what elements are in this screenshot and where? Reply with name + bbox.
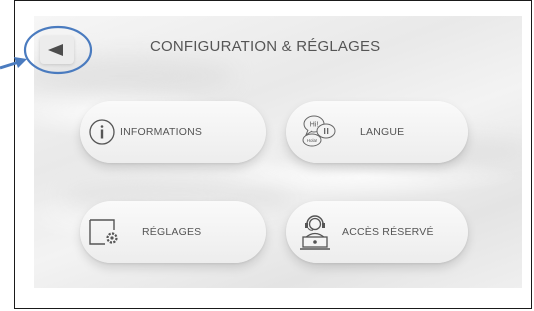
annotation-circle	[23, 25, 93, 75]
annotation-overlay	[0, 25, 93, 75]
